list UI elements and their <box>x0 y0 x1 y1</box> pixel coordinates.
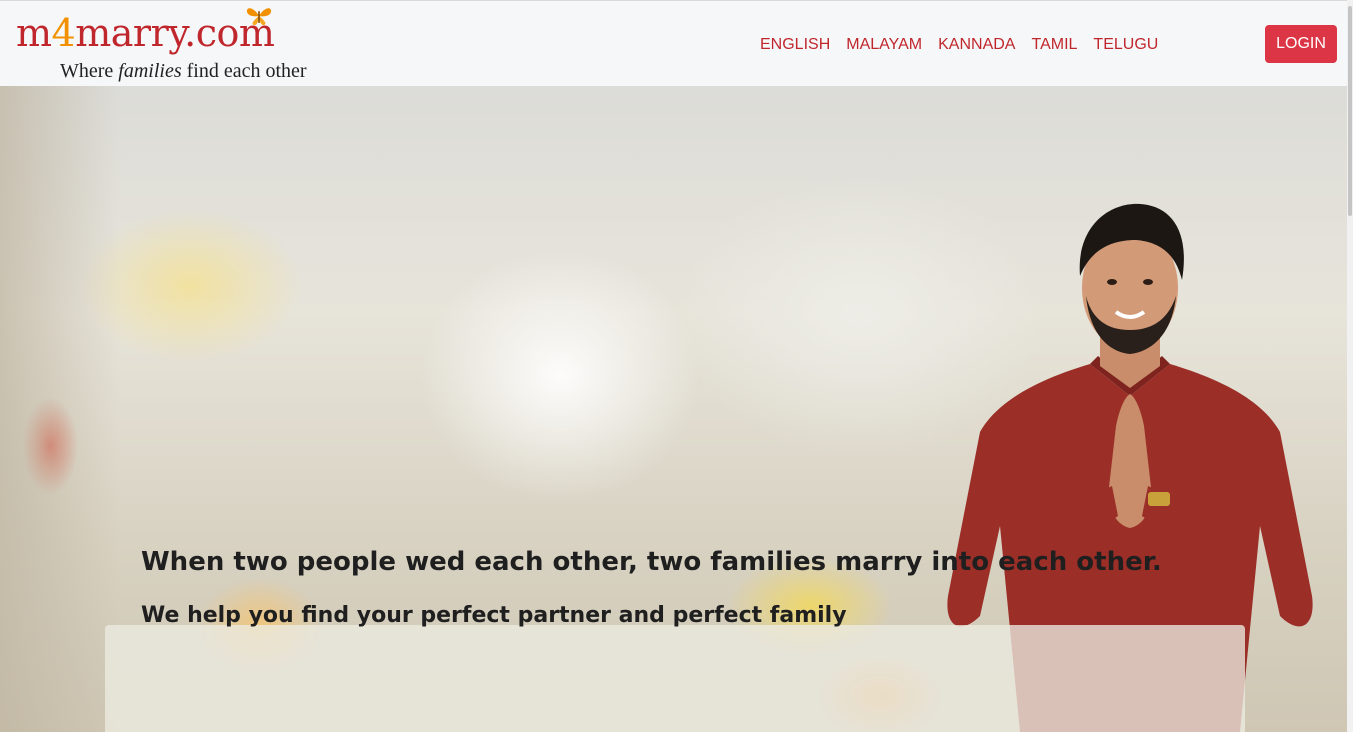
lang-link-kannada[interactable]: KANNADA <box>930 35 1023 55</box>
hero-background-blur <box>0 86 120 732</box>
language-nav: ENGLISH MALAYAM KANNADA TAMIL TELUGU <box>752 35 1166 55</box>
login-button[interactable]: LOGIN <box>1265 25 1337 63</box>
lang-link-telugu[interactable]: TELUGU <box>1085 35 1166 55</box>
logo-four: 4 <box>51 11 76 55</box>
hero-caption-panel <box>105 625 1245 732</box>
lang-link-english[interactable]: ENGLISH <box>752 35 838 55</box>
site-logo[interactable]: m4marry.com Where families find each oth… <box>16 5 316 85</box>
logo-wordmark: m4marry.com <box>16 11 275 55</box>
lang-link-tamil[interactable]: TAMIL <box>1023 35 1085 55</box>
hero-title: When two people wed each other, two fami… <box>141 547 1162 577</box>
navbar: m4marry.com Where families find each oth… <box>0 0 1353 86</box>
logo-tagline: Where families find each other <box>60 60 307 82</box>
page-scrollbar[interactable] <box>1347 0 1353 732</box>
scrollbar-thumb[interactable] <box>1348 6 1352 216</box>
lang-link-malayalam[interactable]: MALAYAM <box>838 35 930 55</box>
hero-banner <box>0 86 1353 732</box>
butterfly-icon <box>246 8 272 26</box>
hero-subtitle: We help you find your perfect partner an… <box>141 603 847 628</box>
